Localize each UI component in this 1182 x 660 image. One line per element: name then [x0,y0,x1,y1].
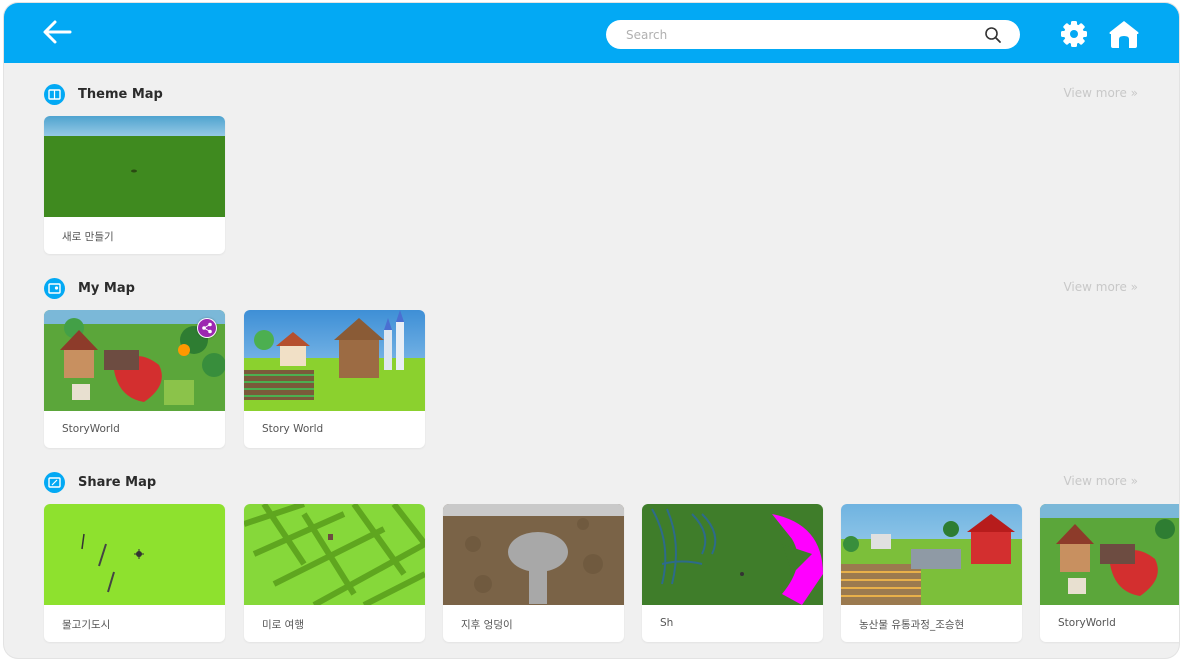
map-title: 새로 만들기 [62,231,114,243]
map-thumbnail [44,116,225,217]
map-card[interactable]: 새로 만들기 [44,116,225,254]
search-bar [606,20,1020,49]
map-title: 지후 엉덩이 [461,619,513,631]
gear-icon [1061,21,1087,47]
map-card[interactable]: 물고기도시 [44,504,225,642]
section-title: Share Map [78,475,157,490]
section-theme-map: Theme Map View more » [44,84,1144,108]
map-card[interactable]: 농산물 유통과정_조승현 [841,504,1022,642]
map-thumbnail [44,504,225,605]
home-icon [1109,21,1139,48]
map-title: Story World [262,423,324,435]
arrow-left-icon [43,20,72,44]
view-more-link[interactable]: View more » [1063,280,1138,294]
map-thumbnail [443,504,624,605]
map-title: StoryWorld [62,423,120,435]
section-my-map: My Map View more » [44,278,1144,302]
map-title: Sh [660,617,674,629]
map-card[interactable]: StoryWorld [44,310,225,448]
map-title: 농산물 유통과정_조승현 [859,619,965,631]
section-title: My Map [78,281,135,296]
back-button[interactable] [40,17,74,47]
map-card[interactable]: StoryWorld [1040,504,1179,642]
search-input[interactable] [626,25,966,45]
section-share-map: Share Map View more » [44,472,1144,496]
search-icon[interactable] [984,26,1002,44]
app-window: Theme Map View more » 새로 만들기 My Map View… [4,3,1179,658]
map-book-icon [44,472,65,493]
map-thumbnail [1040,504,1179,605]
map-title: StoryWorld [1058,617,1116,629]
top-bar [4,3,1179,63]
map-title: 미로 여행 [262,619,304,631]
map-book-icon [44,278,65,299]
view-more-link[interactable]: View more » [1063,86,1138,100]
view-more-link[interactable]: View more » [1063,474,1138,488]
map-thumbnail [841,504,1022,605]
map-thumbnail [244,504,425,605]
map-card[interactable]: 지후 엉덩이 [443,504,624,642]
map-card[interactable]: Story World [244,310,425,448]
home-button[interactable] [1108,19,1140,49]
share-badge[interactable] [197,318,217,338]
settings-button[interactable] [1059,19,1089,49]
map-thumbnail [642,504,823,605]
section-title: Theme Map [78,87,163,102]
map-card[interactable]: 미로 여행 [244,504,425,642]
map-thumbnail [244,310,425,411]
map-card[interactable]: Sh [642,504,823,642]
map-book-icon [44,84,65,105]
share-icon [198,319,216,337]
map-title: 물고기도시 [62,619,111,631]
